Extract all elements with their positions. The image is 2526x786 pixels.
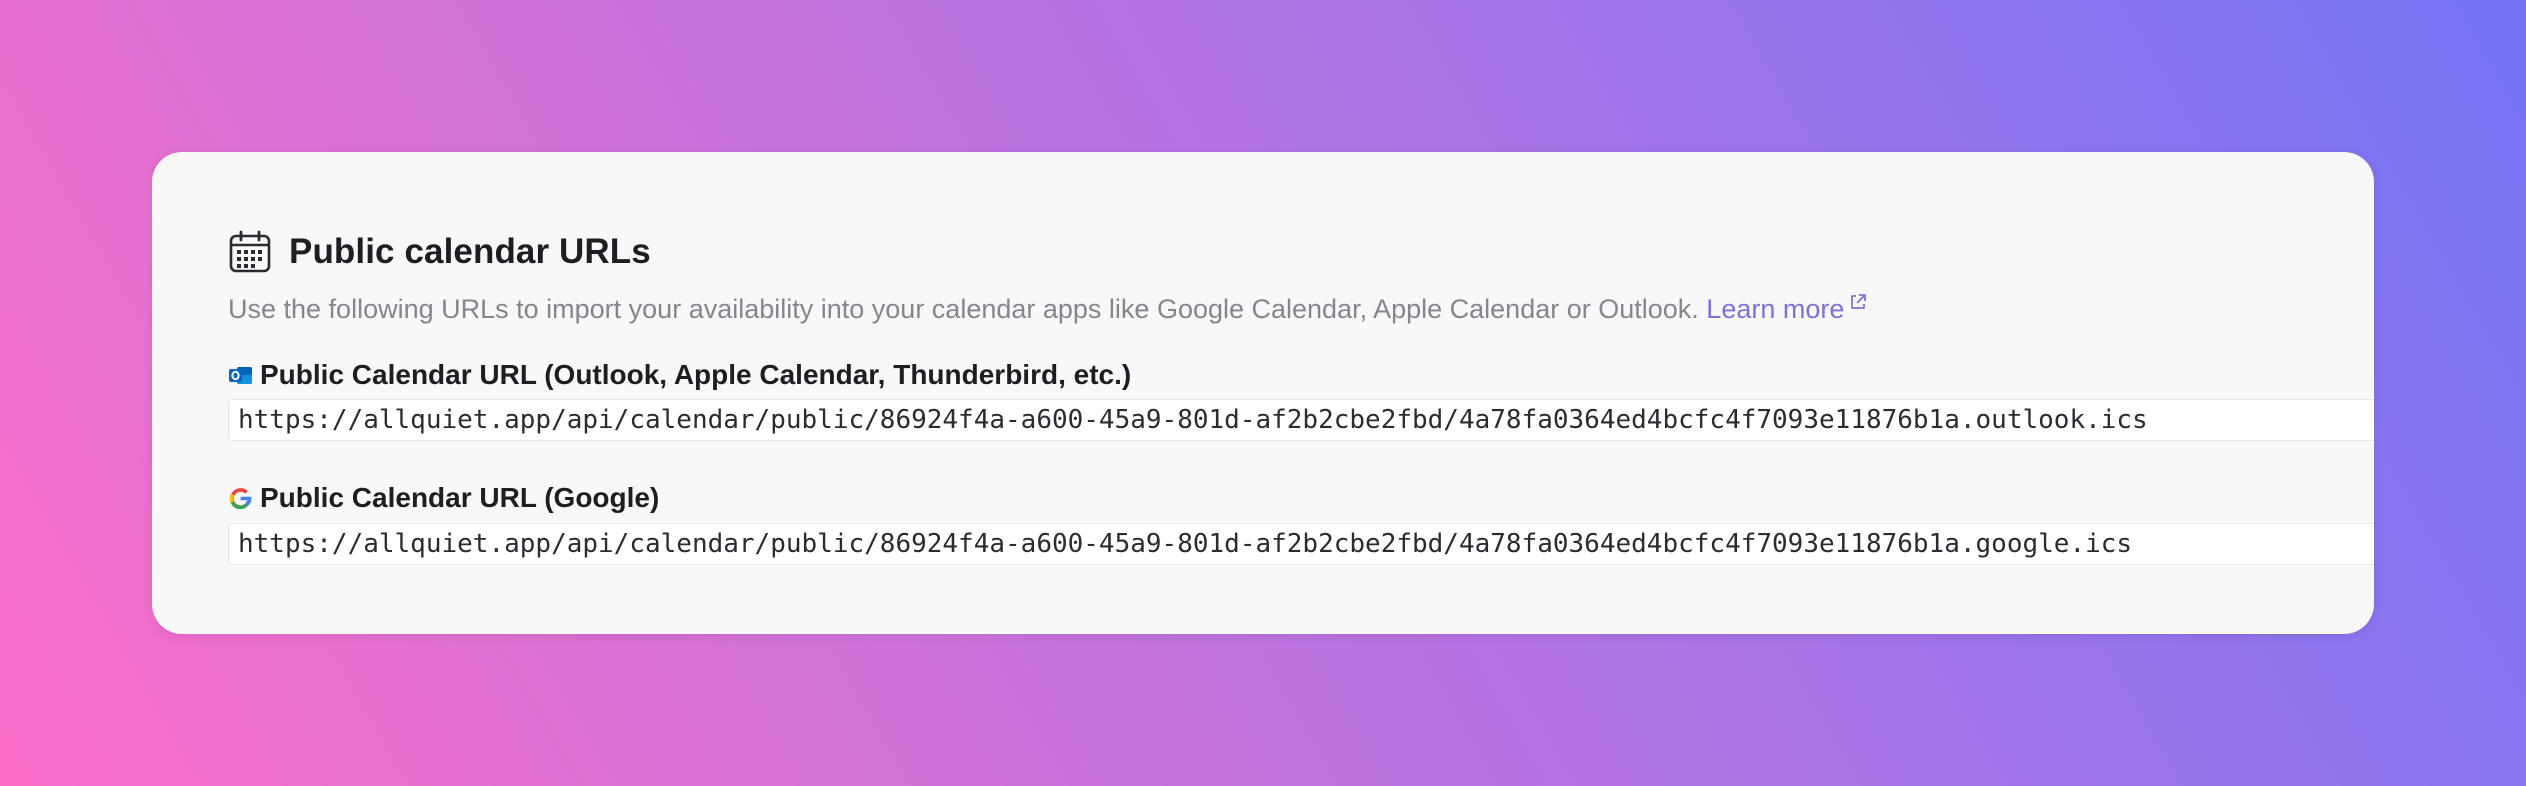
calendar-urls-card: Public calendar URLs Use the following U… [152, 152, 2374, 634]
description: Use the following URLs to import your av… [228, 280, 1868, 332]
learn-more-link[interactable]: Learn more [1706, 294, 1868, 324]
outlook-icon [228, 363, 253, 388]
google-url-label-row: Public Calendar URL (Google) [228, 478, 659, 518]
outlook-url-label-row: Public Calendar URL (Outlook, Apple Cale… [228, 355, 1131, 395]
google-url-field[interactable]: https://allquiet.app/api/calendar/public… [228, 523, 2374, 565]
google-icon [228, 486, 253, 511]
outlook-url-label: Public Calendar URL (Outlook, Apple Cale… [260, 359, 1132, 390]
card-header: Public calendar URLs [228, 228, 651, 276]
outlook-url-field[interactable]: https://allquiet.app/api/calendar/public… [228, 399, 2374, 441]
page-title: Public calendar URLs [289, 232, 651, 271]
external-link-icon[interactable] [1848, 280, 1868, 309]
learn-more-label[interactable]: Learn more [1706, 294, 1844, 324]
google-url-label: Public Calendar URL (Google) [260, 482, 660, 513]
calendar-icon [228, 230, 272, 274]
description-text: Use the following URLs to import your av… [228, 294, 1707, 324]
